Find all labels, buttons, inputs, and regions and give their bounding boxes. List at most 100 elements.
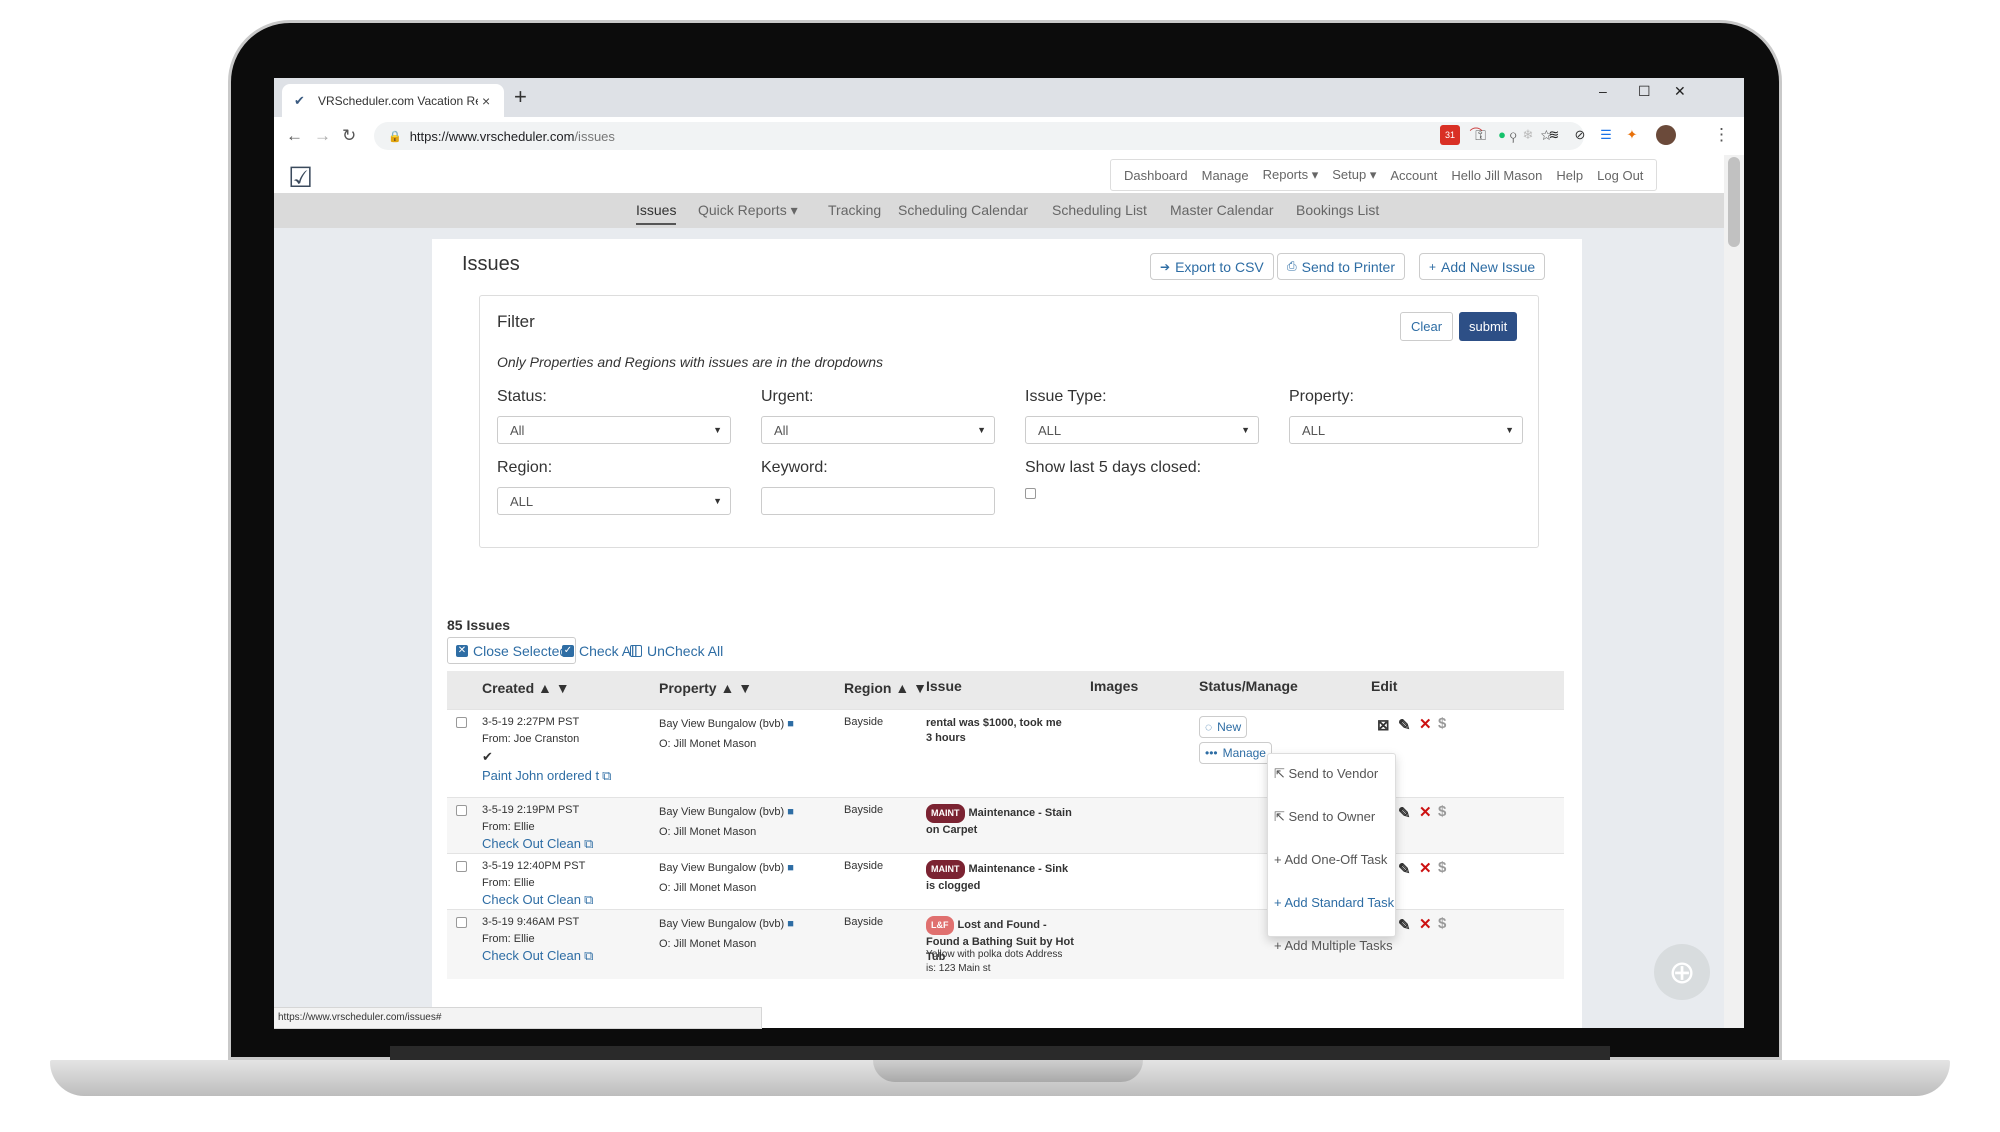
task-link[interactable]: Check Out Clean ⧉ bbox=[482, 948, 593, 964]
property-name[interactable]: Bay View Bungalow (bvb) ■ bbox=[659, 718, 794, 730]
minimize-button[interactable]: – bbox=[1599, 83, 1607, 99]
property-name[interactable]: Bay View Bungalow (bvb) ■ bbox=[659, 806, 794, 818]
region-value: Bayside bbox=[844, 716, 884, 728]
subnav-tracking[interactable]: Tracking bbox=[828, 202, 881, 218]
extension-lines-icon[interactable]: ☰ bbox=[1596, 125, 1616, 145]
menu-add-standard-task[interactable]: + Add Standard Task bbox=[1274, 895, 1394, 910]
clear-button[interactable]: Clear bbox=[1400, 312, 1454, 341]
browser-tab[interactable]: ✔ VRScheduler.com Vacation Rental × bbox=[282, 84, 504, 117]
help-lifebuoy-icon[interactable]: ⊕ bbox=[1654, 944, 1710, 1000]
plus-icon: + bbox=[1274, 852, 1285, 867]
col-property[interactable]: Property ▲ ▼ bbox=[659, 680, 752, 696]
urgent-select[interactable]: All ▼ bbox=[761, 416, 995, 444]
menu-add-one-off-task[interactable]: + Add One-Off Task bbox=[1274, 852, 1387, 867]
close-window-button[interactable]: ✕ bbox=[1674, 83, 1686, 100]
delete-x-icon[interactable]: ✕ bbox=[1419, 915, 1432, 933]
extension-compass-icon[interactable]: ⊘ bbox=[1570, 125, 1590, 145]
subnav-scheduling-calendar[interactable]: Scheduling Calendar bbox=[898, 202, 1028, 218]
property-name[interactable]: Bay View Bungalow (bvb) ■ bbox=[659, 862, 794, 874]
property-name[interactable]: Bay View Bungalow (bvb) ■ bbox=[659, 918, 794, 930]
reload-icon[interactable]: ↻ bbox=[342, 126, 356, 146]
dollar-icon[interactable]: $ bbox=[1438, 915, 1446, 932]
created-from: From: Joe Cranston bbox=[482, 733, 580, 745]
scrollbar-thumb[interactable] bbox=[1728, 157, 1740, 247]
check-all-link[interactable]: ✓ Check All bbox=[562, 643, 637, 659]
menu-send-to-vendor[interactable]: ⇱ Send to Vendor bbox=[1274, 766, 1378, 782]
submit-button[interactable]: submit bbox=[1459, 312, 1518, 341]
delete-x-icon[interactable]: ✕ bbox=[1419, 859, 1432, 877]
page-scrollbar[interactable] bbox=[1724, 155, 1744, 1028]
sub-nav: Issues Quick Reports ▾ Tracking Scheduli… bbox=[274, 193, 1724, 228]
close-selected-button[interactable]: ✕ Close Selected bbox=[447, 637, 577, 664]
pencil-icon[interactable]: ✎ bbox=[1398, 860, 1411, 878]
show-closed-checkbox[interactable] bbox=[1025, 488, 1036, 499]
delete-x-icon[interactable]: ✕ bbox=[1419, 803, 1432, 821]
nav-help[interactable]: Help bbox=[1556, 168, 1583, 183]
close-square-icon[interactable]: ⊠ bbox=[1377, 716, 1390, 734]
subnav-bookings-list[interactable]: Bookings List bbox=[1296, 202, 1379, 218]
extension-arc-icon[interactable]: ⌒ bbox=[1466, 125, 1486, 145]
subnav-scheduling-list[interactable]: Scheduling List bbox=[1052, 202, 1147, 218]
forward-arrow-icon[interactable]: → bbox=[314, 126, 331, 146]
browser-menu-icon[interactable]: ⋮ bbox=[1713, 125, 1730, 145]
col-region[interactable]: Region ▲ ▼ bbox=[844, 680, 927, 696]
manage-button[interactable]: ••• Manage bbox=[1199, 742, 1272, 764]
nav-reports[interactable]: Reports ▾ bbox=[1263, 167, 1319, 183]
menu-send-to-owner[interactable]: ⇱ Send to Owner bbox=[1274, 809, 1375, 825]
nav-account[interactable]: Account bbox=[1390, 168, 1437, 183]
folder-icon[interactable]: ■ bbox=[787, 718, 794, 730]
tab-close-icon[interactable]: × bbox=[482, 93, 490, 109]
col-created[interactable]: Created ▲ ▼ bbox=[482, 680, 570, 696]
dollar-icon[interactable]: $ bbox=[1438, 859, 1446, 876]
extension-layers-icon[interactable]: ≋ bbox=[1544, 125, 1564, 145]
status-new-button[interactable]: ◌ New bbox=[1199, 716, 1248, 738]
folder-icon[interactable]: ■ bbox=[787, 806, 794, 818]
restore-button[interactable]: ☐ bbox=[1638, 83, 1651, 100]
folder-icon[interactable]: ■ bbox=[787, 918, 794, 930]
dollar-icon[interactable]: $ bbox=[1438, 715, 1446, 732]
add-new-issue-button[interactable]: + Add New Issue bbox=[1419, 253, 1546, 280]
subnav-master-calendar[interactable]: Master Calendar bbox=[1170, 202, 1274, 218]
nav-manage[interactable]: Manage bbox=[1202, 168, 1249, 183]
extension-fox-icon[interactable]: ✦ bbox=[1622, 125, 1642, 145]
nav-logout[interactable]: Log Out bbox=[1597, 168, 1643, 183]
pencil-icon[interactable]: ✎ bbox=[1398, 916, 1411, 934]
uncheck-all-link[interactable]: UnCheck All bbox=[630, 643, 723, 659]
extension-calendar-icon[interactable]: 31 bbox=[1440, 125, 1460, 145]
dollar-icon[interactable]: $ bbox=[1438, 803, 1446, 820]
send-to-printer-button[interactable]: ⎙ Send to Printer bbox=[1277, 253, 1405, 280]
property-select[interactable]: ALL ▼ bbox=[1289, 416, 1523, 444]
page-title: Issues bbox=[462, 253, 520, 275]
nav-setup[interactable]: Setup ▾ bbox=[1332, 167, 1376, 183]
menu-add-multiple-tasks[interactable]: + Add Multiple Tasks bbox=[1274, 938, 1393, 953]
profile-avatar[interactable] bbox=[1656, 125, 1676, 145]
region-select[interactable]: ALL ▼ bbox=[497, 487, 731, 515]
pencil-icon[interactable]: ✎ bbox=[1398, 804, 1411, 822]
row-checkbox[interactable] bbox=[456, 805, 467, 816]
keyword-input[interactable] bbox=[761, 487, 995, 515]
folder-icon[interactable]: ■ bbox=[787, 862, 794, 874]
subnav-issues[interactable]: Issues bbox=[636, 202, 677, 225]
task-link[interactable]: Check Out Clean ⧉ bbox=[482, 836, 593, 852]
row-checkbox[interactable] bbox=[456, 861, 467, 872]
nav-dashboard[interactable]: Dashboard bbox=[1124, 168, 1188, 183]
table-header: Created ▲ ▼ Property ▲ ▼ Region ▲ ▼ Issu… bbox=[447, 671, 1564, 709]
delete-x-icon[interactable]: ✕ bbox=[1419, 715, 1432, 733]
subnav-quick-reports[interactable]: Quick Reports ▾ bbox=[698, 202, 798, 219]
url-field[interactable]: 🔒 https://www.vrscheduler.com/issues ⚿ ⚲… bbox=[374, 122, 1584, 150]
pencil-icon[interactable]: ✎ bbox=[1398, 716, 1411, 734]
status-select[interactable]: All ▼ bbox=[497, 416, 731, 444]
task-link[interactable]: Paint John ordered t ⧉ bbox=[482, 768, 611, 784]
row-checkbox[interactable] bbox=[456, 917, 467, 928]
issue-detail: Yellow with polka dots Address is: 123 M… bbox=[926, 949, 1063, 974]
vrscheduler-logo-icon[interactable]: ☑ bbox=[288, 161, 313, 194]
export-csv-button[interactable]: ➔ Export to CSV bbox=[1150, 253, 1274, 280]
back-arrow-icon[interactable]: ← bbox=[286, 126, 303, 146]
extension-grammarly-icon[interactable]: ● bbox=[1492, 125, 1512, 145]
issue-type-select[interactable]: ALL ▼ bbox=[1025, 416, 1259, 444]
extension-snowflake-icon[interactable]: ❄ bbox=[1518, 125, 1538, 145]
row-checkbox[interactable] bbox=[456, 717, 467, 728]
new-tab-button[interactable]: + bbox=[514, 84, 527, 110]
nav-user-greeting[interactable]: Hello Jill Mason bbox=[1451, 168, 1542, 183]
task-link[interactable]: Check Out Clean ⧉ bbox=[482, 892, 593, 908]
